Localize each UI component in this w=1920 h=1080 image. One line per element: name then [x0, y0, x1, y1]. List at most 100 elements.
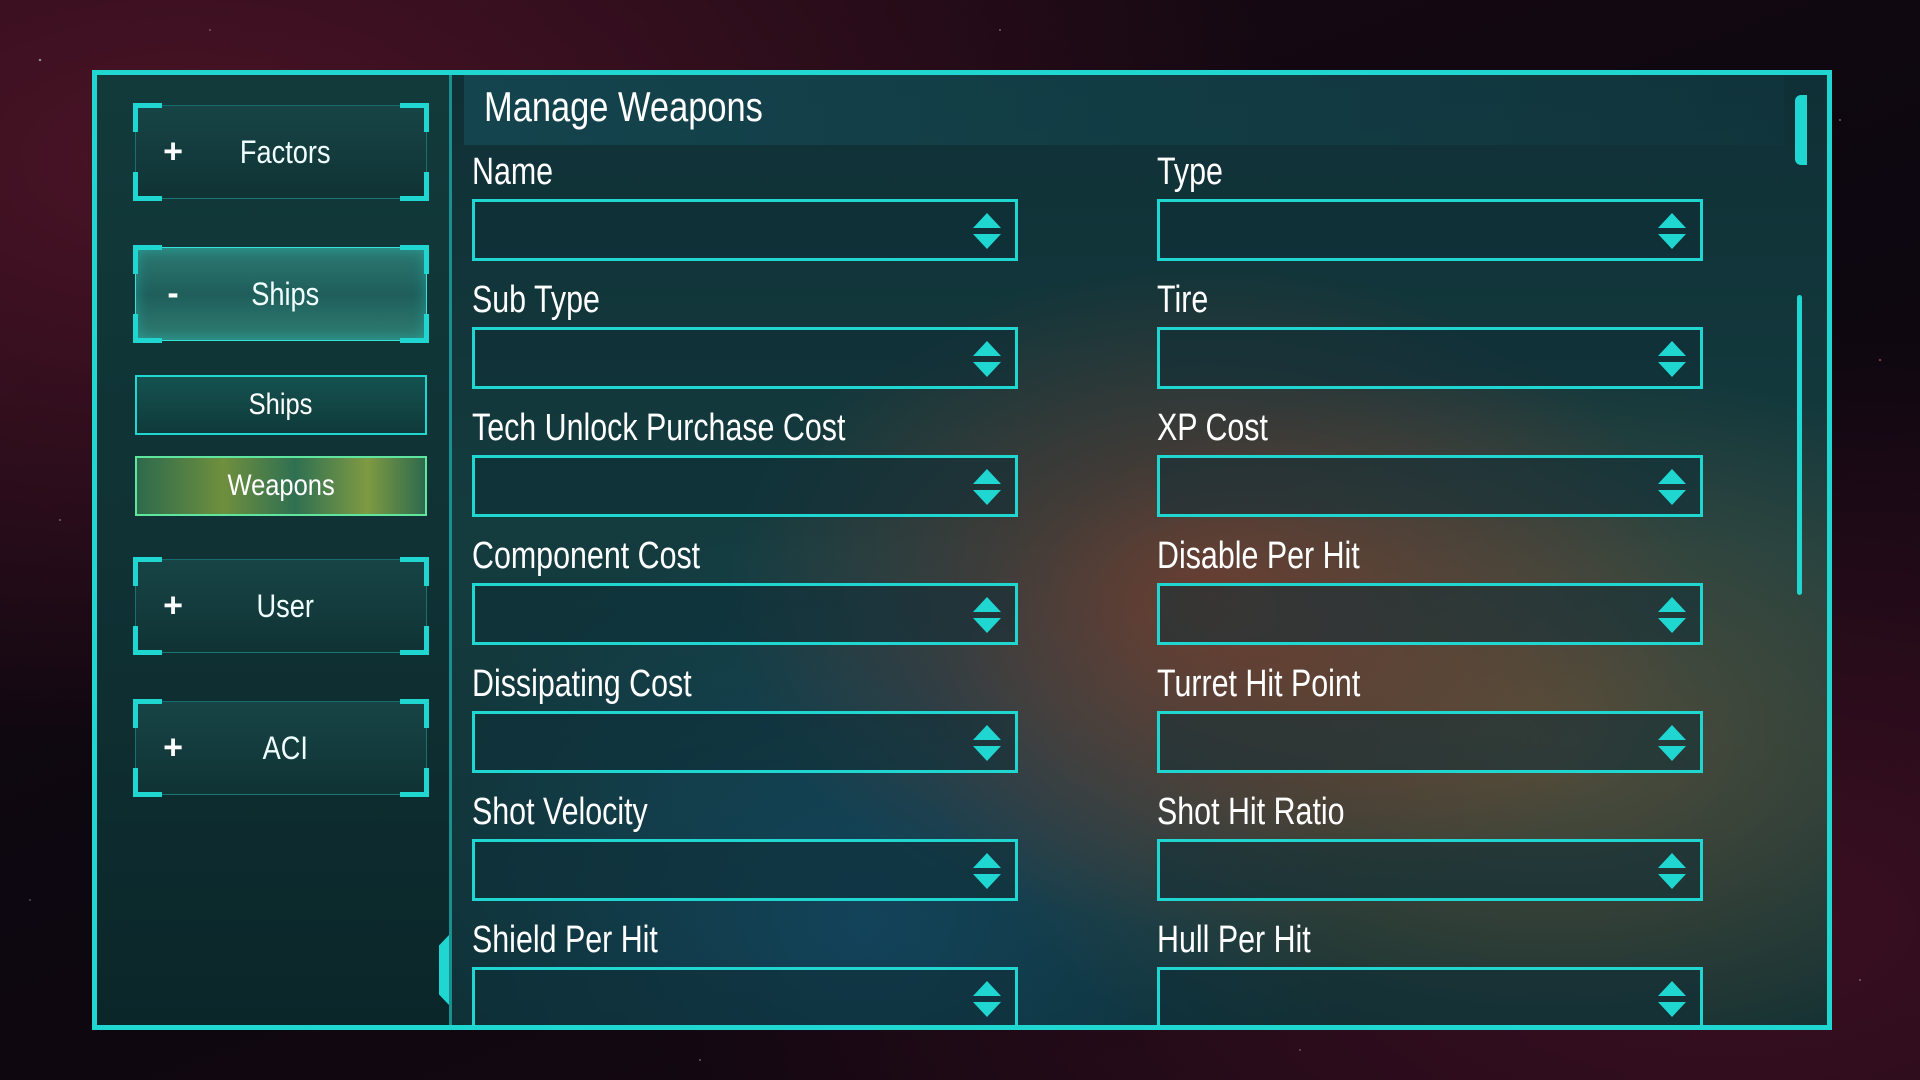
hull-per-hit-stepper[interactable] — [1157, 967, 1703, 1025]
arrow-down-icon[interactable] — [973, 1002, 1001, 1017]
dissipating-cost-input[interactable] — [475, 714, 945, 770]
field-label: Shot Hit Ratio — [1157, 791, 1345, 833]
sidebar-resize-handle[interactable] — [439, 935, 449, 1005]
vertical-scrollbar[interactable] — [1797, 295, 1802, 595]
xp-cost-input[interactable] — [1160, 458, 1630, 514]
spinner[interactable] — [973, 341, 1001, 377]
arrow-up-icon[interactable] — [973, 341, 1001, 356]
arrow-up-icon[interactable] — [1658, 469, 1686, 484]
tire-input[interactable] — [1160, 330, 1630, 386]
field-label: Sub Type — [472, 279, 600, 321]
corner-bracket — [400, 103, 429, 132]
shield-per-hit-input[interactable] — [475, 970, 945, 1025]
arrow-up-icon[interactable] — [973, 725, 1001, 740]
arrow-down-icon[interactable] — [1658, 1002, 1686, 1017]
field-label: XP Cost — [1157, 407, 1268, 449]
page-title: Manage Weapons — [484, 83, 763, 130]
spinner[interactable] — [1658, 725, 1686, 761]
dissipating-cost-stepper[interactable] — [472, 711, 1018, 773]
corner-bracket — [400, 245, 429, 274]
corner-bracket — [133, 768, 162, 797]
arrow-up-icon[interactable] — [1658, 981, 1686, 996]
arrow-down-icon[interactable] — [1658, 874, 1686, 889]
turret-hit-point-input[interactable] — [1160, 714, 1630, 770]
arrow-up-icon[interactable] — [973, 853, 1001, 868]
arrow-down-icon[interactable] — [973, 618, 1001, 633]
shot-hit-ratio-stepper[interactable] — [1157, 839, 1703, 901]
corner-bracket — [133, 699, 162, 728]
field-label: Component Cost — [472, 535, 701, 577]
field-label: Shield Per Hit — [472, 919, 658, 961]
field-component-cost: Component Cost — [472, 529, 1018, 645]
hull-per-hit-input[interactable] — [1160, 970, 1630, 1025]
spinner[interactable] — [1658, 469, 1686, 505]
disable-per-hit-stepper[interactable] — [1157, 583, 1703, 645]
field-tech-unlock-purchase-cost: Tech Unlock Purchase Cost — [472, 401, 1018, 517]
type-input[interactable] — [1160, 202, 1630, 258]
spinner[interactable] — [1658, 341, 1686, 377]
sidebar-group-aci[interactable]: + ACI — [133, 699, 429, 797]
corner-bracket — [400, 172, 429, 201]
shot-velocity-input[interactable] — [475, 842, 945, 898]
shot-hit-ratio-input[interactable] — [1160, 842, 1630, 898]
spinner[interactable] — [973, 213, 1001, 249]
component-cost-input[interactable] — [475, 586, 945, 642]
shot-velocity-stepper[interactable] — [472, 839, 1018, 901]
spinner[interactable] — [1658, 853, 1686, 889]
sidebar-group-label: Ships — [251, 275, 320, 312]
sidebar-item-weapons[interactable]: Weapons — [135, 456, 427, 516]
sidebar-group-user[interactable]: + User — [133, 557, 429, 655]
arrow-down-icon[interactable] — [1658, 746, 1686, 761]
weapon-form-panel: Manage Weapons Name Type Sub Type Tire T… — [452, 75, 1827, 1025]
spinner[interactable] — [1658, 597, 1686, 633]
tech-unlock-cost-input[interactable] — [475, 458, 945, 514]
sub-type-stepper[interactable] — [472, 327, 1018, 389]
arrow-up-icon[interactable] — [973, 469, 1001, 484]
arrow-up-icon[interactable] — [1658, 597, 1686, 612]
arrow-up-icon[interactable] — [1658, 853, 1686, 868]
name-stepper[interactable] — [472, 199, 1018, 261]
spinner[interactable] — [973, 597, 1001, 633]
arrow-up-icon[interactable] — [973, 213, 1001, 228]
tire-stepper[interactable] — [1157, 327, 1703, 389]
sidebar-item-label: Weapons — [227, 469, 335, 502]
type-stepper[interactable] — [1157, 199, 1703, 261]
turret-hit-point-stepper[interactable] — [1157, 711, 1703, 773]
sidebar-item-ships[interactable]: Ships — [135, 375, 427, 435]
arrow-down-icon[interactable] — [1658, 234, 1686, 249]
corner-bracket — [400, 768, 429, 797]
arrow-down-icon[interactable] — [1658, 362, 1686, 377]
disable-per-hit-input[interactable] — [1160, 586, 1630, 642]
arrow-up-icon[interactable] — [1658, 213, 1686, 228]
arrow-down-icon[interactable] — [1658, 490, 1686, 505]
arrow-up-icon[interactable] — [1658, 725, 1686, 740]
arrow-down-icon[interactable] — [973, 874, 1001, 889]
arrow-down-icon[interactable] — [1658, 618, 1686, 633]
sub-type-input[interactable] — [475, 330, 945, 386]
spinner[interactable] — [1658, 213, 1686, 249]
arrow-down-icon[interactable] — [973, 746, 1001, 761]
sidebar-group-ships[interactable]: - Ships — [133, 245, 429, 343]
arrow-down-icon[interactable] — [973, 362, 1001, 377]
component-cost-stepper[interactable] — [472, 583, 1018, 645]
sidebar-group-factors[interactable]: + Factors — [133, 103, 429, 201]
arrow-down-icon[interactable] — [973, 234, 1001, 249]
arrow-down-icon[interactable] — [973, 490, 1001, 505]
spinner[interactable] — [973, 981, 1001, 1017]
xp-cost-stepper[interactable] — [1157, 455, 1703, 517]
spinner[interactable] — [1658, 981, 1686, 1017]
field-xp-cost: XP Cost — [1157, 401, 1703, 517]
corner-bracket — [133, 557, 162, 586]
field-dissipating-cost: Dissipating Cost — [472, 657, 1018, 773]
shield-per-hit-stepper[interactable] — [472, 967, 1018, 1025]
panel-tab-handle[interactable] — [1795, 95, 1807, 165]
arrow-up-icon[interactable] — [973, 597, 1001, 612]
spinner[interactable] — [973, 469, 1001, 505]
arrow-up-icon[interactable] — [1658, 341, 1686, 356]
spinner[interactable] — [973, 853, 1001, 889]
tech-unlock-cost-stepper[interactable] — [472, 455, 1018, 517]
spinner[interactable] — [973, 725, 1001, 761]
field-type: Type — [1157, 145, 1703, 261]
arrow-up-icon[interactable] — [973, 981, 1001, 996]
name-input[interactable] — [475, 202, 945, 258]
